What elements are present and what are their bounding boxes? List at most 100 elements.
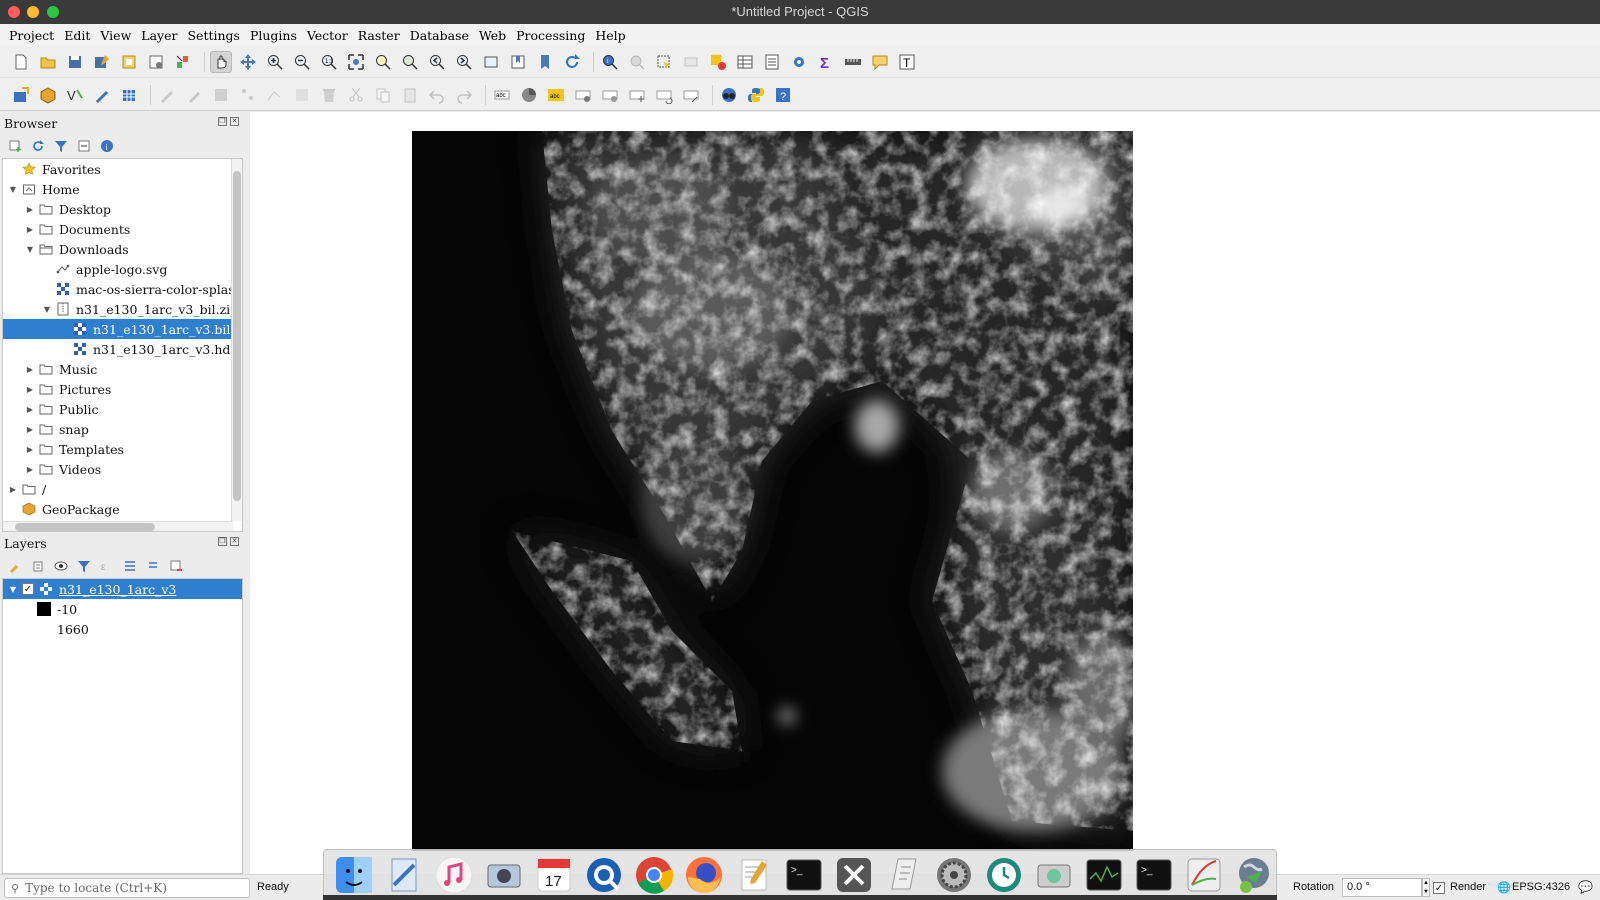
statistical-summary-button[interactable] — [761, 51, 783, 73]
copy-features-button[interactable] — [372, 84, 394, 106]
toolbox-button[interactable] — [788, 51, 810, 73]
vertex-tool-button[interactable] — [264, 84, 286, 106]
data-source-manager-button[interactable] — [10, 84, 32, 106]
menu-web[interactable]: Web — [474, 28, 511, 43]
measure-button[interactable] — [842, 51, 864, 73]
expand-arrow-icon[interactable]: ▶ — [24, 363, 36, 375]
browser-item[interactable]: ▼ Downloads — [3, 239, 242, 259]
zoom-last-button[interactable] — [426, 51, 448, 73]
expand-arrow-icon[interactable]: ▶ — [24, 463, 36, 475]
text-annotation-button[interactable]: T — [896, 51, 918, 73]
browser-item[interactable]: ▶ Public — [3, 399, 242, 419]
expand-arrow-icon[interactable]: ▶ — [7, 483, 19, 495]
style-manager-button[interactable] — [172, 51, 194, 73]
modify-attributes-button[interactable] — [291, 84, 313, 106]
image-capture-icon[interactable] — [482, 853, 526, 897]
browser-item[interactable]: mac-os-sierra-color-splas — [3, 279, 242, 299]
float-panel-button[interactable]: ❐ — [218, 117, 227, 126]
menu-settings[interactable]: Settings — [182, 28, 244, 43]
grapher-icon[interactable] — [1182, 853, 1226, 897]
collapse-arrow-icon[interactable]: ▼ — [24, 243, 36, 255]
terminal-2-icon[interactable]: >_ — [1132, 853, 1176, 897]
qgis-icon[interactable] — [1232, 853, 1276, 897]
save-edits-button[interactable] — [210, 84, 232, 106]
menu-plugins[interactable]: Plugins — [245, 28, 302, 43]
toggle-editing-button[interactable] — [183, 84, 205, 106]
field-calculator-button[interactable]: Σ — [815, 51, 837, 73]
close-panel-button[interactable]: ✕ — [230, 537, 239, 546]
map-tips-button[interactable] — [869, 51, 891, 73]
add-feature-button[interactable] — [237, 84, 259, 106]
expand-arrow-icon[interactable]: ▶ — [24, 443, 36, 455]
time-machine-icon[interactable] — [982, 853, 1026, 897]
music-icon[interactable] — [432, 853, 476, 897]
collapse-all-button[interactable] — [75, 137, 93, 155]
browser-vertical-scrollbar[interactable] — [231, 159, 242, 521]
delete-selected-button[interactable] — [318, 84, 340, 106]
close-panel-button[interactable]: ✕ — [230, 117, 239, 126]
expand-arrow-icon[interactable]: ▶ — [24, 223, 36, 235]
zoom-to-layer-button[interactable] — [399, 51, 421, 73]
new-bookmark-button[interactable] — [507, 51, 529, 73]
expand-arrow-icon[interactable]: ▶ — [24, 203, 36, 215]
pan-map-button[interactable] — [210, 50, 232, 73]
remove-layer-button[interactable] — [167, 557, 185, 575]
new-project-button[interactable] — [10, 51, 32, 73]
digitize-button[interactable] — [91, 84, 113, 106]
menu-help[interactable]: Help — [590, 28, 630, 43]
expand-all-button[interactable] — [121, 557, 139, 575]
redo-button[interactable] — [453, 84, 475, 106]
open-attribute-table-button[interactable] — [734, 51, 756, 73]
rotation-spinner[interactable]: ▲ ▼ — [1422, 878, 1430, 897]
browser-item[interactable]: ▶ Music — [3, 359, 242, 379]
zoom-out-button[interactable] — [291, 51, 313, 73]
firefox-icon[interactable] — [682, 853, 726, 897]
refresh-browser-button[interactable] — [29, 137, 47, 155]
menu-project[interactable]: Project — [4, 28, 59, 43]
browser-item[interactable]: ▶ / — [3, 479, 242, 499]
highlight-pinned-labels-button[interactable]: abc — [545, 84, 567, 106]
browser-item[interactable]: ▶ Documents — [3, 219, 242, 239]
identify-features-button[interactable]: i — [599, 51, 621, 73]
x11-icon[interactable] — [832, 853, 876, 897]
browser-vertical-scroll-thumb[interactable] — [233, 171, 241, 501]
browser-item[interactable]: ▶ Desktop — [3, 199, 242, 219]
run-feature-action-button[interactable] — [626, 51, 648, 73]
preview-icon[interactable] — [382, 853, 426, 897]
layer-diagram-button[interactable] — [518, 84, 540, 106]
filter-by-expression-button[interactable]: ε — [98, 557, 116, 575]
menu-vector[interactable]: Vector — [302, 28, 353, 43]
paste-features-button[interactable] — [399, 84, 421, 106]
add-vector-layer-button[interactable]: V — [64, 84, 86, 106]
browser-item[interactable]: ▼ n31_e130_1arc_v3_bil.zip — [3, 299, 242, 319]
add-raster-button[interactable] — [118, 84, 140, 106]
add-group-button[interactable] — [29, 557, 47, 575]
zoom-to-selection-button[interactable] — [372, 51, 394, 73]
menu-edit[interactable]: Edit — [59, 28, 95, 43]
new-print-layout-button[interactable] — [118, 51, 140, 73]
zoom-full-button[interactable] — [345, 51, 367, 73]
help-contents-button[interactable]: ? — [772, 84, 794, 106]
new-geopackage-button[interactable] — [37, 84, 59, 106]
quicktime-icon[interactable] — [582, 853, 626, 897]
collapse-arrow-icon[interactable]: ▼ — [41, 303, 53, 315]
save-as-button[interactable] — [91, 51, 113, 73]
select-features-button[interactable] — [653, 51, 675, 73]
show-hide-labels-button[interactable] — [599, 84, 621, 106]
render-checkbox[interactable]: ✓ — [1433, 882, 1445, 894]
browser-item[interactable]: n31_e130_1arc_v3.bil — [3, 319, 242, 339]
refresh-button[interactable] — [561, 51, 583, 73]
terminal-icon[interactable]: >_ — [782, 853, 826, 897]
new-map-view-button[interactable] — [480, 51, 502, 73]
expand-arrow-icon[interactable]: ▼ — [7, 583, 19, 595]
attribute-form-button[interactable] — [707, 51, 729, 73]
system-preferences-icon[interactable] — [932, 853, 976, 897]
change-label-button[interactable] — [680, 84, 702, 106]
python-console-button[interactable] — [745, 84, 767, 106]
expand-arrow-icon[interactable]: ▶ — [24, 403, 36, 415]
calendar-icon[interactable]: 17 — [532, 853, 576, 897]
expand-arrow-icon[interactable]: ▶ — [24, 383, 36, 395]
browser-item[interactable]: GeoPackage — [3, 499, 242, 519]
pin-labels-button[interactable] — [572, 84, 594, 106]
layer-labeling-button[interactable]: abc — [491, 84, 513, 106]
